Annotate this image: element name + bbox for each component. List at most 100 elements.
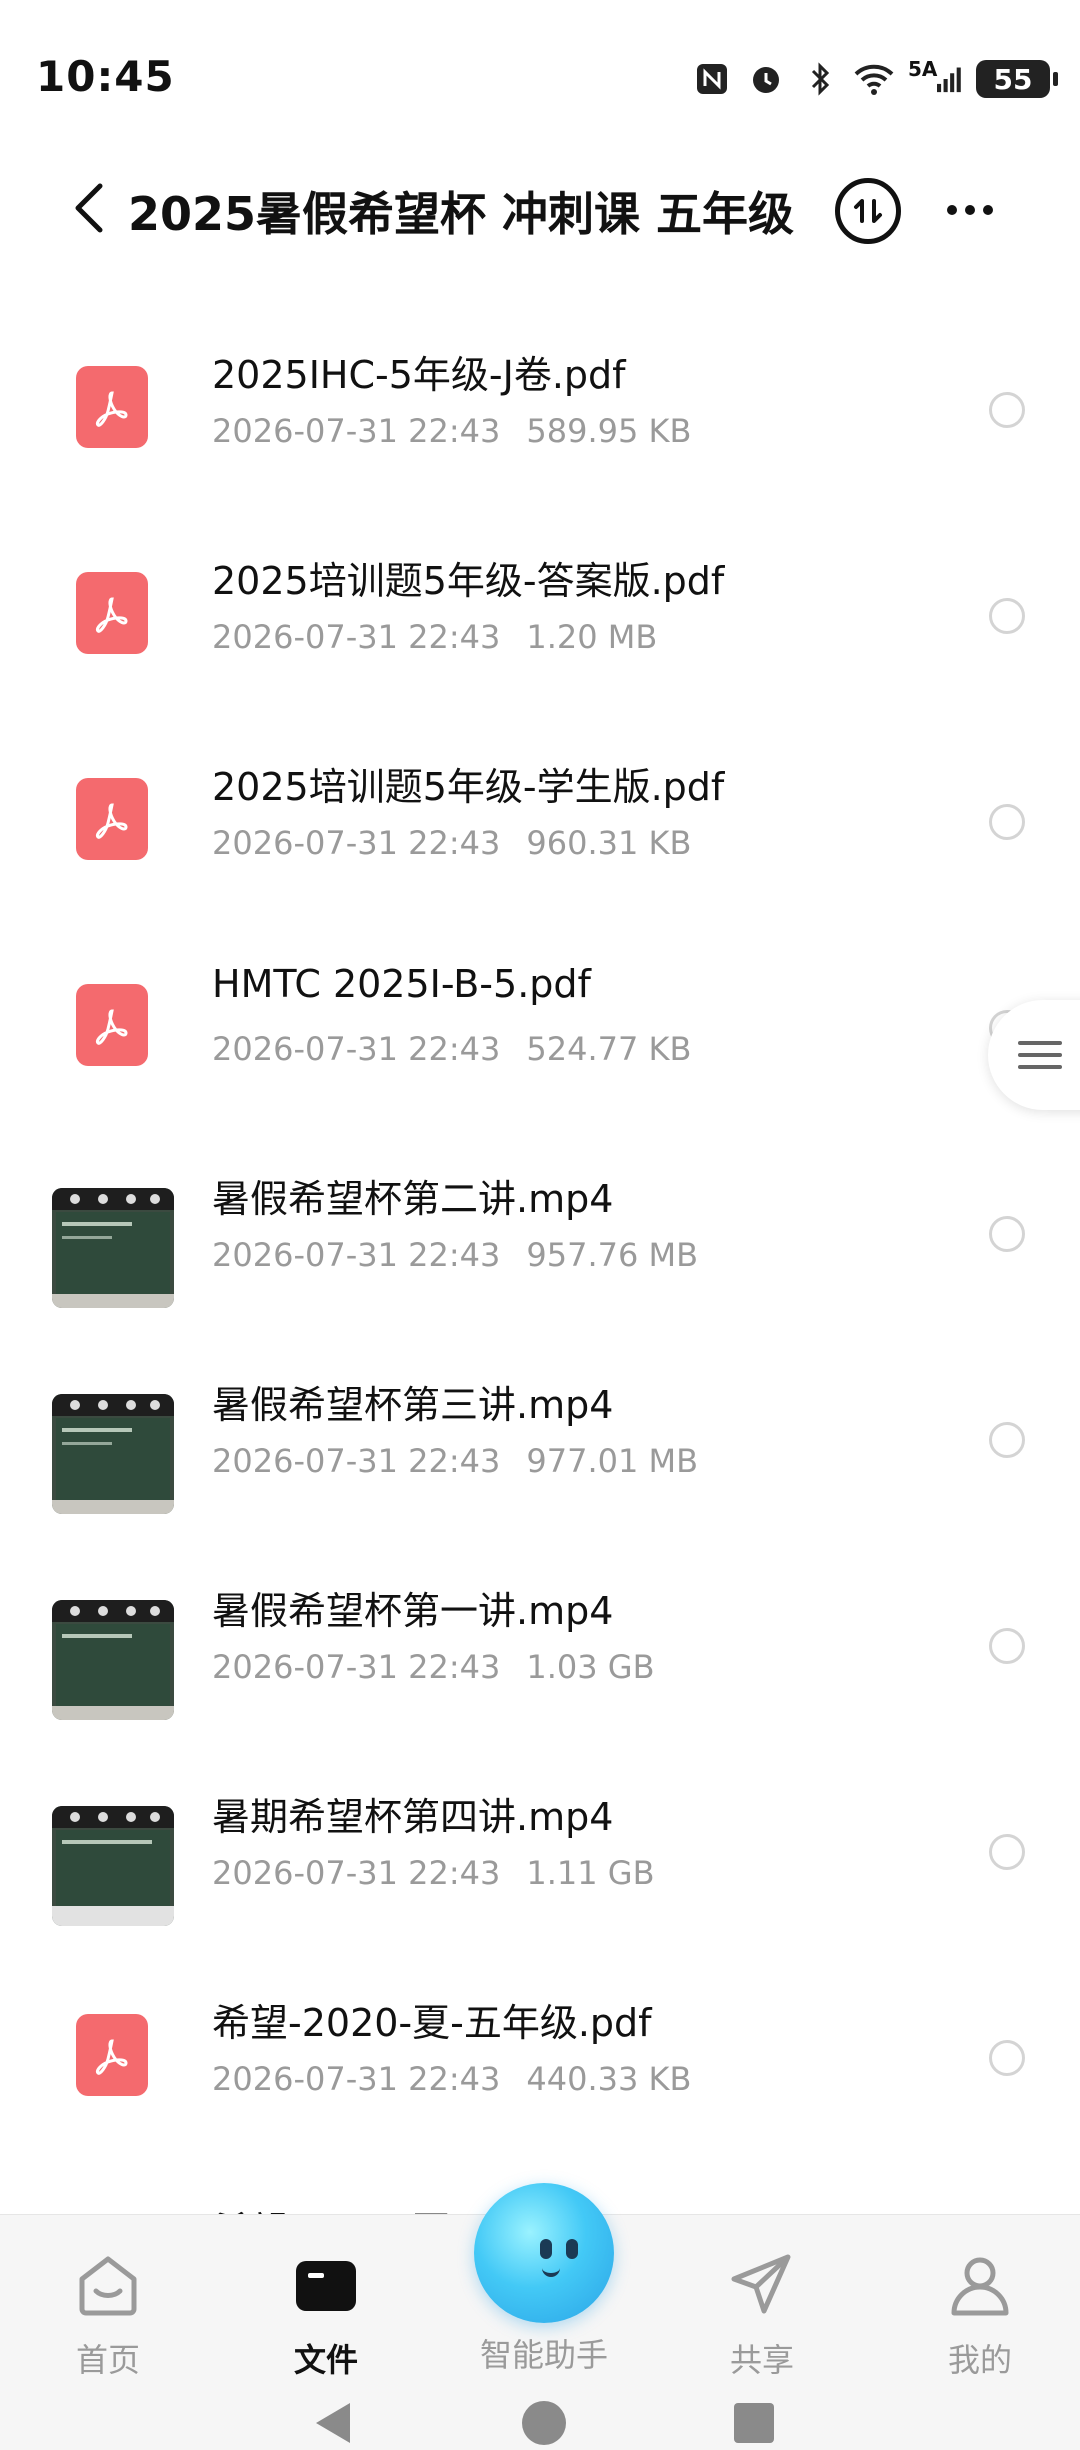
sort-button[interactable] xyxy=(835,178,901,244)
file-name: 暑期希望杯第四讲.mp4 xyxy=(212,1795,614,1839)
file-date: 2026-07-31 22:43 xyxy=(212,1648,501,1686)
file-meta: 2026-07-31 22:43 1.20 MB xyxy=(212,618,657,656)
select-radio[interactable] xyxy=(989,804,1025,840)
select-radio[interactable] xyxy=(989,1834,1025,1870)
profile-icon xyxy=(940,2245,1020,2325)
pdf-icon xyxy=(76,984,148,1066)
nfc-icon xyxy=(692,59,732,99)
more-dot-icon xyxy=(947,205,957,215)
file-meta: 2026-07-31 22:43 524.77 KB xyxy=(212,1030,691,1068)
file-date: 2026-07-31 22:43 xyxy=(212,1854,501,1892)
file-size: 977.01 MB xyxy=(526,1442,699,1480)
nav-files-label: 文件 xyxy=(293,2341,358,2379)
file-row[interactable]: 暑假希望杯第三讲.mp4 2026-07-31 22:43 977.01 MB xyxy=(0,1330,1080,1536)
more-options-button[interactable] xyxy=(935,190,1005,230)
file-date: 2026-07-31 22:43 xyxy=(212,1442,501,1480)
bluetooth-icon xyxy=(800,59,840,99)
file-size: 524.77 KB xyxy=(526,1030,692,1068)
status-time: 10:45 xyxy=(36,52,175,101)
file-size: 1.11 GB xyxy=(526,1854,655,1892)
pdf-icon xyxy=(76,2014,148,2096)
file-name: 暑假希望杯第三讲.mp4 xyxy=(212,1383,614,1427)
file-meta: 2026-07-31 22:43 1.03 GB xyxy=(212,1648,655,1686)
more-dot-icon xyxy=(965,205,975,215)
select-radio[interactable] xyxy=(989,598,1025,634)
file-row[interactable]: 2025培训题5年级-学生版.pdf 2026-07-31 22:43 960.3… xyxy=(0,712,1080,918)
file-meta: 2026-07-31 22:43 589.95 KB xyxy=(212,412,691,450)
file-row[interactable]: 2025IHC-5年级-J卷.pdf 2026-07-31 22:43 589.9… xyxy=(0,300,1080,506)
header-bar: 2025暑假希望杯 冲刺课 五年级 xyxy=(0,150,1080,270)
signal-icon: 5A xyxy=(908,57,962,99)
sort-icon xyxy=(854,199,882,223)
file-row[interactable]: 暑假希望杯第二讲.mp4 2026-07-31 22:43 957.76 MB xyxy=(0,1124,1080,1330)
file-name: HMTC 2025I-B-5.pdf xyxy=(212,962,591,1006)
file-size: 957.76 MB xyxy=(526,1236,699,1274)
nav-share[interactable]: 共享 xyxy=(682,2245,842,2381)
file-meta: 2026-07-31 22:43 957.76 MB xyxy=(212,1236,698,1274)
video-thumbnail xyxy=(52,1806,174,1926)
menu-icon xyxy=(1018,1041,1062,1069)
alarm-icon xyxy=(746,59,786,99)
file-row[interactable]: 暑假希望杯第一讲.mp4 2026-07-31 22:43 1.03 GB xyxy=(0,1536,1080,1742)
nav-assistant-label[interactable]: 智能助手 xyxy=(454,2330,634,2376)
pdf-icon xyxy=(76,572,148,654)
file-row[interactable]: 暑期希望杯第四讲.mp4 2026-07-31 22:43 1.11 GB xyxy=(0,1742,1080,1948)
file-row[interactable]: HMTC 2025I-B-5.pdf 2026-07-31 22:43 524.7… xyxy=(0,918,1080,1124)
file-size: 1.03 GB xyxy=(526,1648,655,1686)
system-navigation xyxy=(0,2395,1080,2449)
select-radio[interactable] xyxy=(989,2040,1025,2076)
file-date: 2026-07-31 22:43 xyxy=(212,2060,501,2098)
file-meta: 2026-07-31 22:43 1.11 GB xyxy=(212,1854,655,1892)
file-date: 2026-07-31 22:43 xyxy=(212,412,501,450)
file-name: 暑假希望杯第一讲.mp4 xyxy=(212,1589,614,1633)
pdf-icon xyxy=(76,778,148,860)
folder-icon xyxy=(286,2245,366,2325)
select-radio[interactable] xyxy=(989,1422,1025,1458)
nav-files[interactable]: 文件 xyxy=(246,2245,406,2381)
video-thumbnail xyxy=(52,1600,174,1720)
more-dot-icon xyxy=(983,205,993,215)
video-thumbnail xyxy=(52,1394,174,1514)
file-name: 2025IHC-5年级-J卷.pdf xyxy=(212,353,626,397)
file-size: 1.20 MB xyxy=(526,618,658,656)
file-name: 希望-2020-夏-五年级.pdf xyxy=(212,2001,652,2045)
nav-profile[interactable]: 我的 xyxy=(900,2245,1060,2381)
file-date: 2026-07-31 22:43 xyxy=(212,1236,501,1274)
nav-profile-label: 我的 xyxy=(947,2341,1012,2379)
select-radio[interactable] xyxy=(989,1216,1025,1252)
file-row[interactable]: 2025培训题5年级-答案版.pdf 2026-07-31 22:43 1.20 … xyxy=(0,506,1080,712)
file-row[interactable]: 希望-2020-夏-五年级.pdf 2026-07-31 22:43 440.33… xyxy=(0,1948,1080,2154)
file-meta: 2026-07-31 22:43 977.01 MB xyxy=(212,1442,698,1480)
nav-home[interactable]: 首页 xyxy=(28,2245,188,2381)
share-icon xyxy=(722,2245,802,2325)
file-date: 2026-07-31 22:43 xyxy=(212,618,501,656)
video-thumbnail xyxy=(52,1188,174,1308)
file-date: 2026-07-31 22:43 xyxy=(212,1030,501,1068)
status-icons: 5A 55 xyxy=(692,56,1058,102)
system-back-icon[interactable] xyxy=(316,2403,350,2443)
assistant-icon[interactable] xyxy=(474,2183,614,2323)
page-title: 2025暑假希望杯 冲刺课 五年级 xyxy=(128,187,795,241)
file-size: 960.31 KB xyxy=(526,824,692,862)
system-recents-icon[interactable] xyxy=(734,2403,774,2443)
select-radio[interactable] xyxy=(989,1628,1025,1664)
file-size: 440.33 KB xyxy=(526,2060,692,2098)
wifi-icon xyxy=(854,59,894,99)
file-meta: 2026-07-31 22:43 440.33 KB xyxy=(212,2060,691,2098)
file-meta: 2026-07-31 22:43 960.31 KB xyxy=(212,824,691,862)
status-bar: 10:45 5A 55 xyxy=(0,0,1080,150)
battery-indicator: 55 xyxy=(976,60,1058,98)
file-name: 2025培训题5年级-答案版.pdf xyxy=(212,559,725,603)
back-button[interactable] xyxy=(60,178,120,238)
file-size: 589.95 KB xyxy=(526,412,692,450)
pdf-icon xyxy=(76,366,148,448)
network-type: 5A xyxy=(908,57,938,81)
select-radio[interactable] xyxy=(989,392,1025,428)
system-home-icon[interactable] xyxy=(522,2401,566,2445)
home-icon xyxy=(68,2245,148,2325)
nav-home-label: 首页 xyxy=(75,2341,140,2379)
file-name: 2025培训题5年级-学生版.pdf xyxy=(212,765,725,809)
chevron-left-icon xyxy=(75,183,103,233)
nav-share-label: 共享 xyxy=(729,2341,794,2379)
file-name: 暑假希望杯第二讲.mp4 xyxy=(212,1177,614,1221)
